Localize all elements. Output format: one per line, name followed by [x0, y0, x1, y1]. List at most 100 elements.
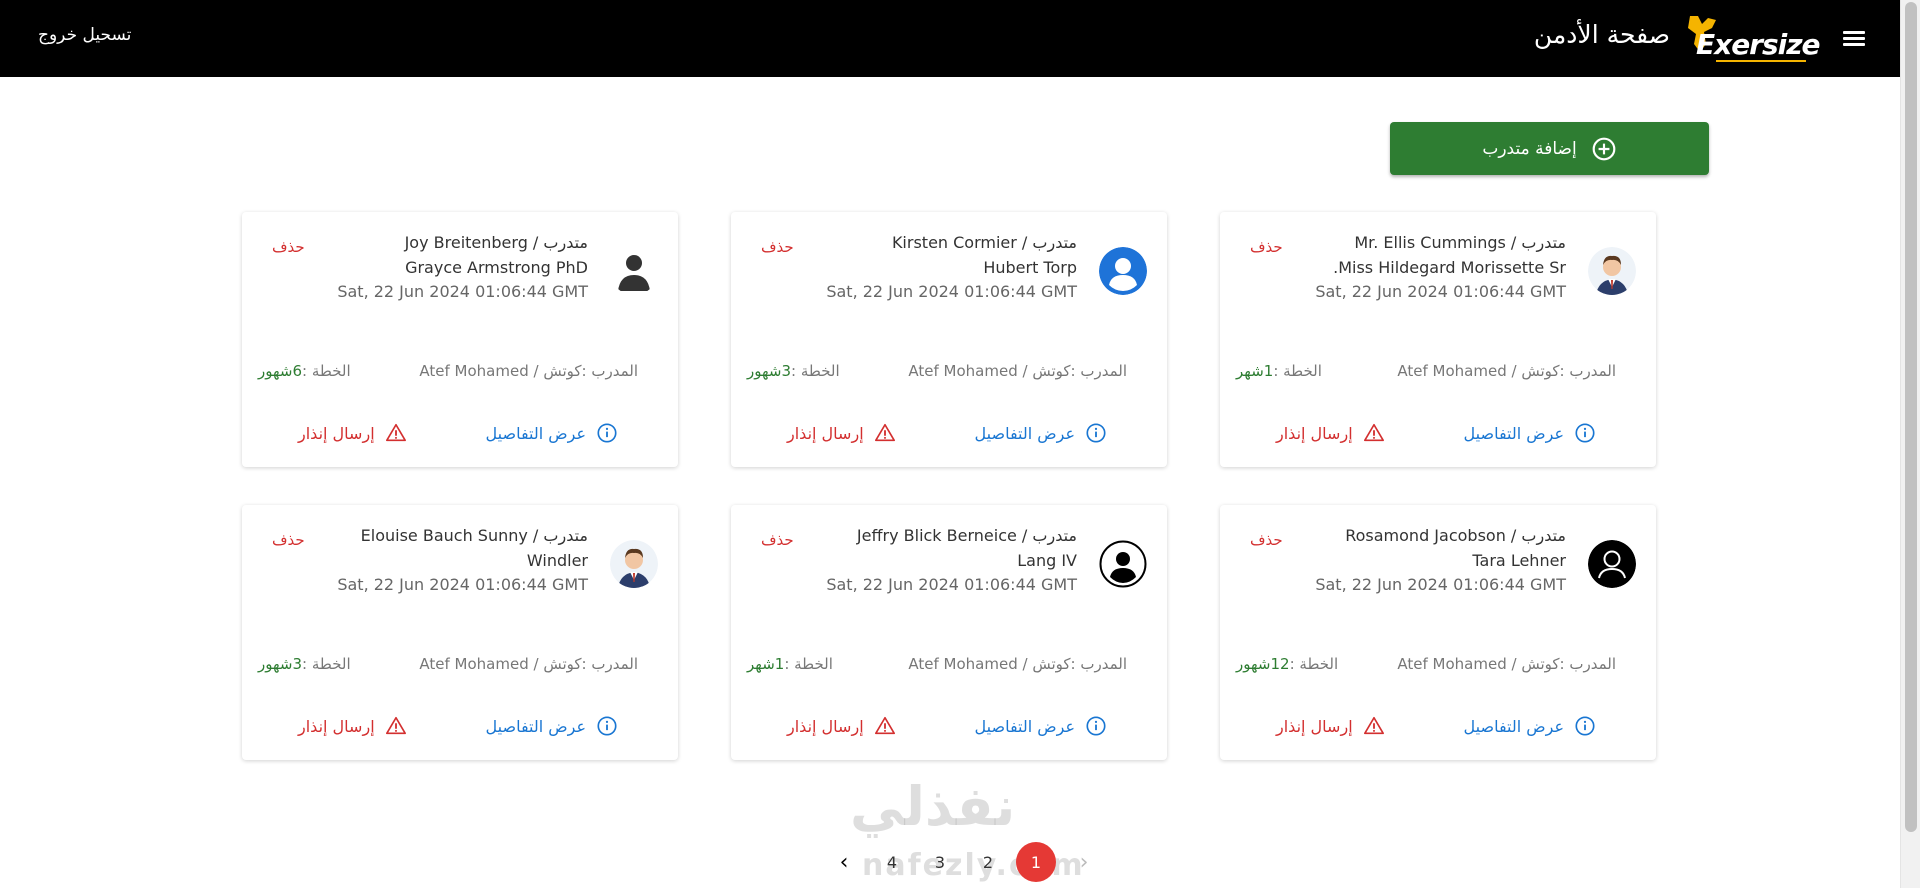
plan-value: 6شهور: [258, 362, 303, 380]
trainee-name: متدرب / Jeffry Blick Berneice Lang IV: [856, 526, 1077, 570]
trainee-meta: المدرب :كوتش / Atef Mohamed الخطة :1شهر: [747, 655, 1127, 673]
warning-icon: [1363, 422, 1385, 444]
info-icon: [1085, 715, 1107, 737]
plan-value: 1شهر: [1236, 362, 1274, 380]
avatar: [610, 540, 658, 588]
trainee-name: متدرب / Rosamond Jacobson Tara Lehner: [1345, 526, 1566, 570]
send-warning-button[interactable]: إرسال إنذار: [787, 422, 896, 444]
view-details-label: عرض التفاصيل: [1463, 423, 1564, 443]
plan-label: الخطة :: [302, 655, 351, 673]
card-actions: عرض التفاصيل إرسال إنذار: [1276, 422, 1596, 444]
avatar: [1588, 540, 1636, 588]
delete-button[interactable]: حذف: [1250, 238, 1283, 256]
view-details-button[interactable]: عرض التفاصيل: [486, 715, 618, 737]
plan-value: 3شهور: [747, 362, 792, 380]
plan-label: الخطة :: [784, 655, 833, 673]
add-trainee-button[interactable]: إضافة متدرب: [1390, 122, 1709, 175]
warning-icon: [385, 422, 407, 444]
logo-text: Exersize: [1696, 28, 1821, 61]
page-4[interactable]: 4: [868, 840, 916, 884]
card-actions: عرض التفاصيل إرسال إنذار: [787, 715, 1107, 737]
add-circle-icon: [1592, 137, 1616, 160]
send-warning-button[interactable]: إرسال إنذار: [787, 715, 896, 737]
trainee-name: متدرب / Joy Breitenberg Grayce Armstrong…: [404, 233, 588, 277]
scrollbar-thumb[interactable]: [1905, 2, 1917, 832]
info-icon: [1085, 422, 1107, 444]
coach-info: المدرب :كوتش / Atef Mohamed: [908, 362, 1127, 380]
trainee-name: متدرب / Mr. Ellis Cummings Miss Hildegar…: [1333, 233, 1566, 277]
info-icon: [1574, 715, 1596, 737]
delete-button[interactable]: حذف: [761, 238, 794, 256]
send-warning-label: إرسال إنذار: [298, 716, 375, 736]
view-details-button[interactable]: عرض التفاصيل: [975, 715, 1107, 737]
trainee-meta: المدرب :كوتش / Atef Mohamed الخطة :3شهور: [258, 655, 638, 673]
delete-button[interactable]: حذف: [761, 531, 794, 549]
avatar: [1588, 247, 1636, 295]
warning-icon: [874, 715, 896, 737]
plan-value: 1شهر: [747, 655, 785, 673]
view-details-button[interactable]: عرض التفاصيل: [1464, 422, 1596, 444]
app-logo[interactable]: Exersize: [1680, 10, 1821, 66]
send-warning-button[interactable]: إرسال إنذار: [298, 422, 407, 444]
send-warning-button[interactable]: إرسال إنذار: [1276, 422, 1385, 444]
avatar: [1099, 247, 1147, 295]
view-details-label: عرض التفاصيل: [485, 716, 586, 736]
view-details-button[interactable]: عرض التفاصيل: [1464, 715, 1596, 737]
coach-info: المدرب :كوتش / Atef Mohamed: [908, 655, 1127, 673]
trainee-card: متدرب / Jeffry Blick Berneice Lang IV Sat…: [731, 505, 1167, 760]
warning-icon: [874, 422, 896, 444]
plan-info: الخطة :12شهور: [1236, 655, 1338, 673]
delete-button[interactable]: حذف: [272, 238, 305, 256]
coach-name: كوتش / Atef Mohamed: [1397, 362, 1560, 380]
send-warning-button[interactable]: إرسال إنذار: [298, 715, 407, 737]
pagination: ‹ 4 3 2 1 ›: [820, 840, 1108, 884]
coach-label: المدرب :: [581, 362, 638, 380]
delete-button[interactable]: حذف: [272, 531, 305, 549]
view-details-label: عرض التفاصيل: [1463, 716, 1564, 736]
coach-name: كوتش / Atef Mohamed: [1397, 655, 1560, 673]
info-icon: [596, 422, 618, 444]
trainee-meta: المدرب :كوتش / Atef Mohamed الخطة :6شهور: [258, 362, 638, 380]
send-warning-label: إرسال إنذار: [787, 716, 864, 736]
view-details-label: عرض التفاصيل: [485, 423, 586, 443]
logout-link[interactable]: تسحيل خروج: [38, 25, 131, 45]
send-warning-label: إرسال إنذار: [787, 423, 864, 443]
delete-button[interactable]: حذف: [1250, 531, 1283, 549]
next-page-icon[interactable]: ‹: [820, 840, 868, 884]
coach-label: المدرب :: [581, 655, 638, 673]
view-details-button[interactable]: عرض التفاصيل: [486, 422, 618, 444]
add-trainee-label: إضافة متدرب: [1482, 138, 1577, 159]
view-details-button[interactable]: عرض التفاصيل: [975, 422, 1107, 444]
coach-info: المدرب :كوتش / Atef Mohamed: [1397, 362, 1616, 380]
plan-label: الخطة :: [791, 362, 840, 380]
prev-page-icon[interactable]: ›: [1060, 840, 1108, 884]
info-icon: [1574, 422, 1596, 444]
trainee-meta: المدرب :كوتش / Atef Mohamed الخطة :12شهور: [1236, 655, 1616, 673]
trainee-date: Sat, 22 Jun 2024 01:06:44 GMT: [337, 575, 588, 594]
trainee-name: متدرب / Elouise Bauch Sunny Windler: [360, 526, 588, 570]
plan-label: الخطة :: [1289, 655, 1339, 673]
vertical-scrollbar[interactable]: [1900, 0, 1920, 888]
warning-icon: [1363, 715, 1385, 737]
send-warning-button[interactable]: إرسال إنذار: [1276, 715, 1385, 737]
page-3[interactable]: 3: [916, 840, 964, 884]
plan-value: 12شهور: [1236, 655, 1290, 673]
page-1[interactable]: 1: [1016, 842, 1056, 882]
trainee-card: متدرب / Mr. Ellis Cummings Miss Hildegar…: [1220, 212, 1656, 467]
view-details-label: عرض التفاصيل: [974, 423, 1075, 443]
trainee-card: متدرب / Kirsten Cormier Hubert Torp Sat, …: [731, 212, 1167, 467]
logo-underline: [1716, 60, 1806, 62]
plan-info: الخطة :3شهور: [747, 362, 840, 380]
page-2[interactable]: 2: [964, 840, 1012, 884]
avatar: [610, 247, 658, 295]
trainee-date: Sat, 22 Jun 2024 01:06:44 GMT: [337, 282, 588, 301]
coach-name: كوتش / Atef Mohamed: [419, 362, 582, 380]
coach-label: المدرب :: [1070, 362, 1127, 380]
card-actions: عرض التفاصيل إرسال إنذار: [787, 422, 1107, 444]
trainee-card: متدرب / Elouise Bauch Sunny Windler Sat, …: [242, 505, 678, 760]
coach-name: كوتش / Atef Mohamed: [419, 655, 582, 673]
menu-icon[interactable]: [1838, 26, 1870, 52]
avatar: [1099, 540, 1147, 588]
plan-label: الخطة :: [302, 362, 351, 380]
plan-label: الخطة :: [1273, 362, 1322, 380]
